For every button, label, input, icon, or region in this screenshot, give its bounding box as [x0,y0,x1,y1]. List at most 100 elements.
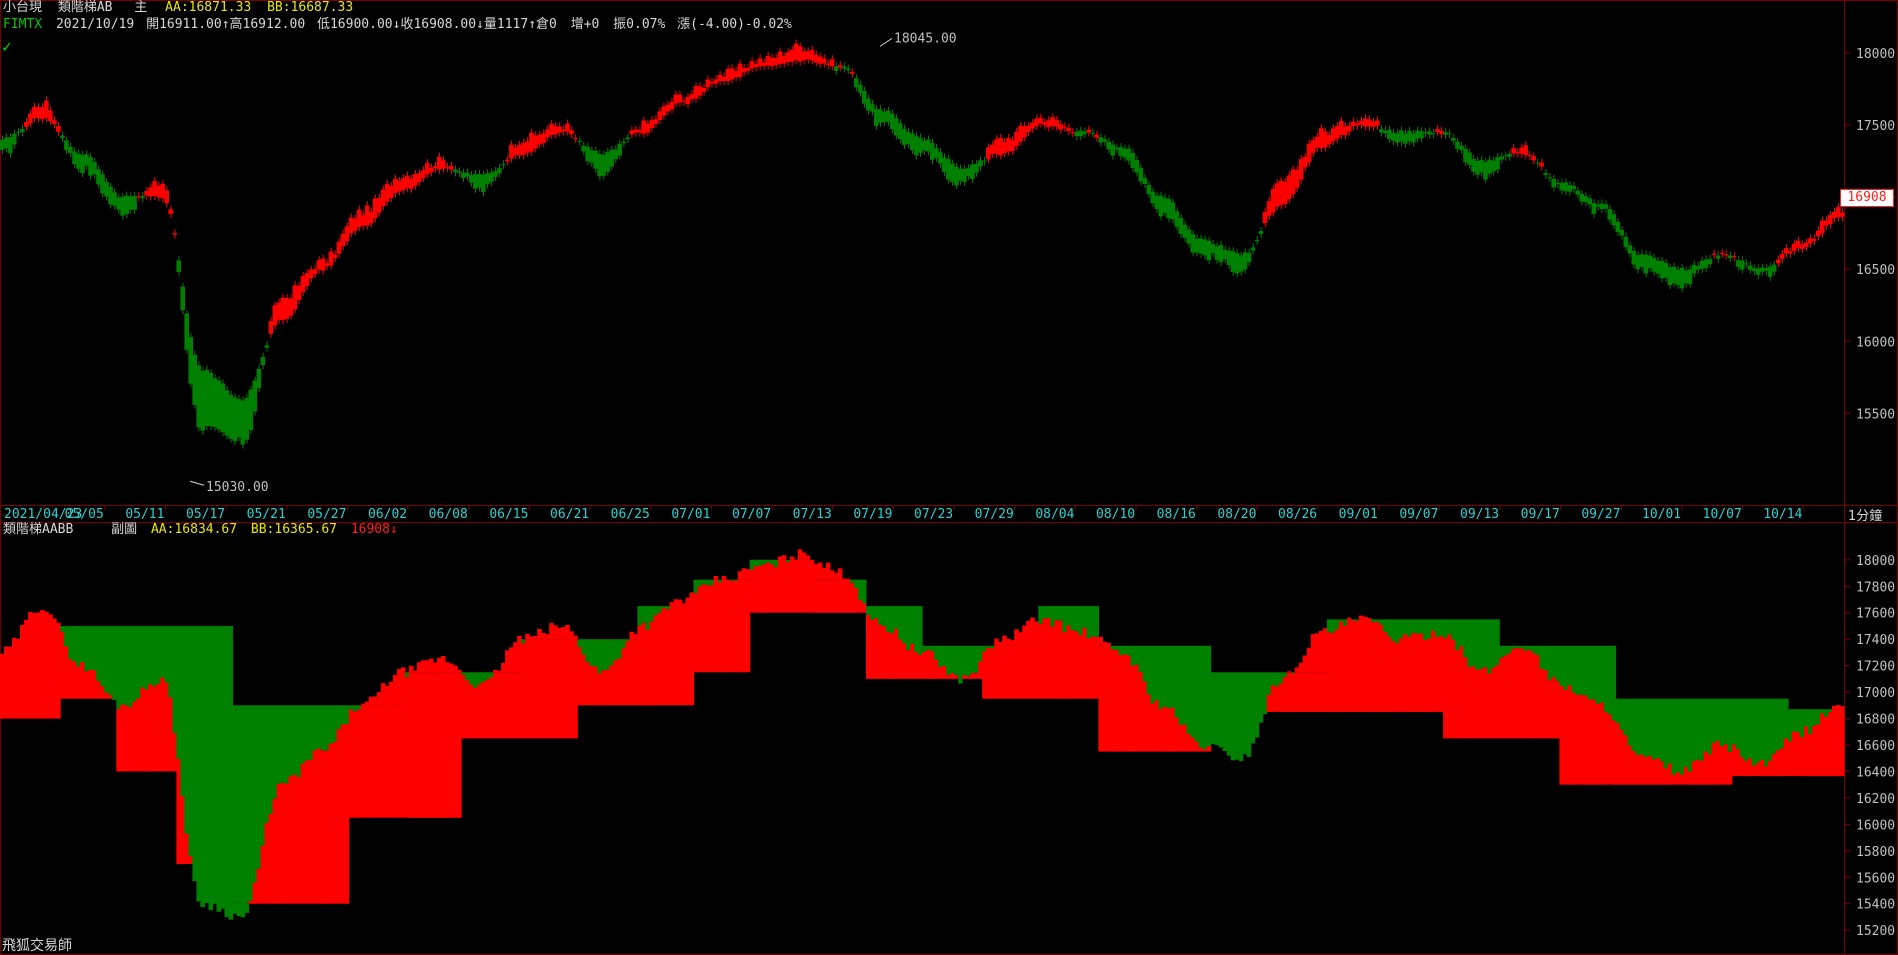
main-wick [843,62,845,73]
sub-green-bar [1290,672,1296,674]
sub-red-bar [893,628,899,679]
sub-green-bar [1727,698,1733,752]
main-wick [1409,126,1411,146]
sub-price-tick-label: 16200 [1856,792,1895,807]
main-wick [1605,200,1607,213]
main-wick [1797,236,1799,252]
sub-green-bar [1603,645,1609,712]
main-wick [839,61,841,72]
sub-red-bar [8,646,13,693]
main-wick [1224,246,1226,263]
main-wick [1557,179,1559,188]
sub-green-bar [485,672,490,680]
sub-red-bar [926,649,931,679]
sub-red-bar [633,639,638,706]
sub-red-bar [797,549,803,560]
main-wick [326,259,328,270]
main-wick [162,179,164,203]
main-wick [338,237,340,258]
sub-red-bar [1807,733,1813,777]
sub-red-bar [1367,618,1372,620]
sub-red-bar [36,612,41,693]
main-wick [254,376,256,416]
sub-red-bar [92,670,97,699]
sub-green-bar [861,579,867,604]
sub-red-bar [1555,680,1560,739]
sub-green-bar [1531,645,1536,653]
sub-red-bar [1828,712,1833,777]
sub-green-bar [1571,645,1576,693]
main-wick [290,294,292,320]
sub-red-bar [424,660,430,673]
price-tick-label: 16000 [1856,335,1895,350]
sub-green-bar [1667,698,1673,764]
main-wick [1060,120,1062,134]
sub-red-bar [645,630,650,706]
main-wick [695,82,697,103]
main-wick [944,153,945,176]
date-label: 09/07 [1399,507,1438,522]
main-wick [394,174,396,197]
sub-green-bar [1483,619,1488,668]
sub-red-bar [1190,737,1196,752]
sub-green-bar [1086,606,1091,639]
main-wick [1272,185,1274,217]
sub-green-bar [1551,645,1556,677]
sub-red-bar [1110,649,1115,752]
sub-green-bar [1759,698,1765,760]
period-selector[interactable]: 1分鐘 [1848,505,1882,524]
sub-green-bar [160,626,165,678]
sub-red-bar [789,559,795,613]
main-wick [871,99,873,116]
sub-green-bar [112,626,117,699]
sub-green-bar [1282,672,1288,677]
main-wick [1200,234,1202,258]
sub-red-bar [432,672,438,818]
main-wick [1461,141,1463,155]
sub-green-bar [1270,672,1276,686]
sub-red-bar [1379,624,1384,712]
sub-red-bar [1363,619,1368,712]
sub-red-bar [372,696,378,706]
sub-green-bar [1082,606,1087,628]
sub-red-bar [841,578,847,580]
sub-red-bar [28,692,33,719]
sub-green-bar [1182,645,1188,725]
sub-green-bar [857,579,863,600]
sub-green-bar [92,626,97,671]
sub-red-bar [765,562,771,613]
sub-red-bar [88,669,93,699]
sub-price-tick-label: 17400 [1856,633,1895,648]
main-wick [138,192,140,202]
date-label: 08/20 [1217,507,1256,522]
sub-red-bar [681,606,687,706]
main-wick [679,90,681,107]
chart-area[interactable]: 1550016000165001700017500180002021/04/23… [0,0,1898,955]
sub-green-bar [1447,619,1452,635]
date-label: 05/11 [125,507,164,522]
main-wick [787,48,789,66]
sub-green-bar [156,626,161,684]
sub-red-bar [733,579,739,673]
main-wick [222,379,224,437]
sub-red-bar [881,626,887,679]
sub-green-bar [1615,698,1621,724]
sub-red-bar [533,635,538,640]
sub-red-bar [697,586,703,673]
sub-red-bar [1819,713,1825,777]
sub-green-bar [112,698,117,701]
main-wick [6,133,7,153]
sub-red-bar [416,662,422,673]
main-wick [547,125,549,142]
sub-green-bar [1354,619,1360,621]
price-tick-label: 15500 [1856,407,1895,422]
main-wick [302,271,304,297]
sub-red-bar [505,672,510,739]
sub-green-bar [585,639,590,662]
sub-green-bar [869,606,875,620]
sub-red-bar [1314,672,1320,712]
sub-red-bar [673,606,679,706]
sub-red-bar [1687,771,1693,785]
sub-red-bar [168,697,173,772]
sub-indicator-name[interactable]: 類階梯AABB [3,522,73,537]
